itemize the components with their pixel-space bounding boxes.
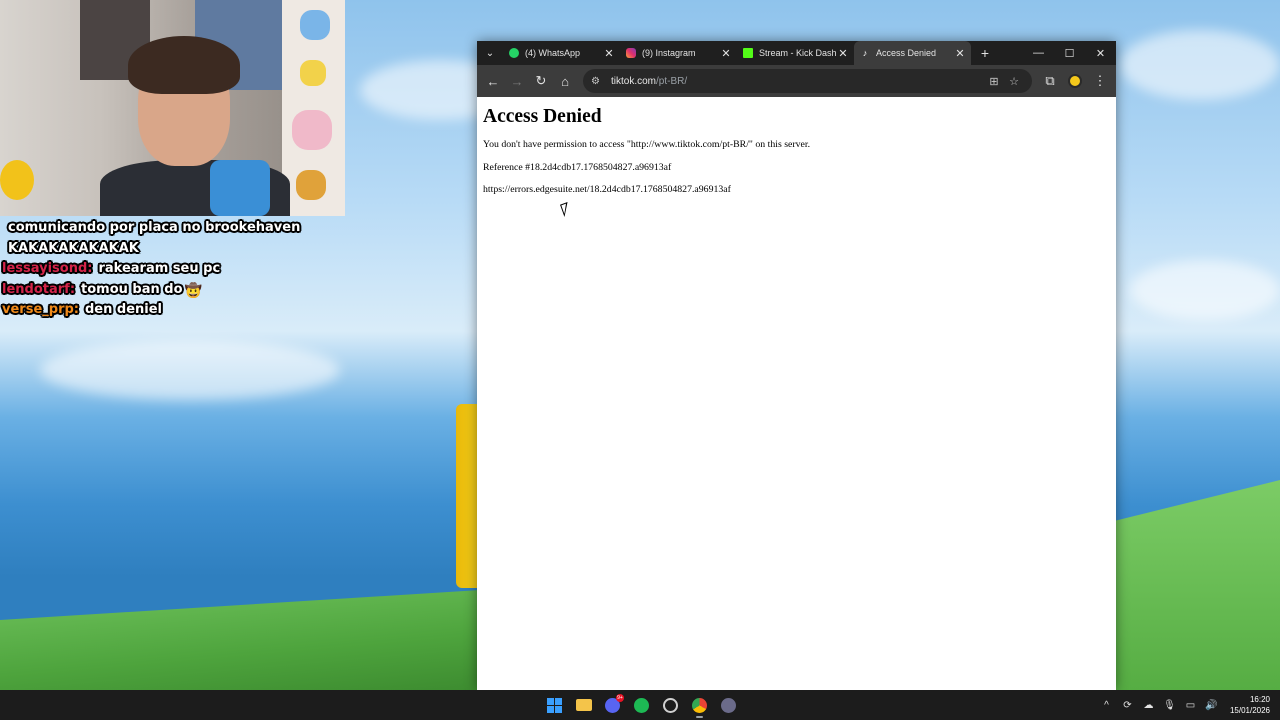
discord-icon[interactable]: 9+ — [598, 690, 627, 720]
chat-message: verse_prp: den deniel — [2, 302, 162, 317]
taskbar: 9+ ^ ⟳ ☁ 🎙 ▭ 🔊 16:20 15/01/2026 — [0, 690, 1280, 720]
bookmark-star-icon[interactable]: ☆ — [1004, 75, 1024, 88]
microphone-icon[interactable]: 🎙 — [1159, 700, 1180, 711]
tab-access-denied[interactable]: ♪ Access Denied ✕ — [854, 41, 971, 65]
address-bar[interactable]: ⚙ tiktok.com/pt-BR/ ⊞ ☆ — [583, 69, 1032, 93]
close-icon[interactable]: ✕ — [838, 47, 848, 60]
sync-icon[interactable]: ⟳ — [1117, 700, 1138, 711]
chat-username: lessayisond: — [2, 261, 93, 276]
webcam-overlay — [0, 0, 345, 216]
ground-left — [0, 590, 480, 690]
new-tab-button[interactable]: + — [975, 45, 995, 61]
chat-message: KAKAKAKAKAKAK — [8, 240, 139, 256]
close-icon[interactable]: ✕ — [955, 47, 965, 60]
cloud-icon[interactable]: ☁ — [1138, 700, 1159, 711]
taskbar-apps: 9+ — [540, 690, 743, 720]
error-url: https://errors.edgesuite.net/18.2d4cdb17… — [483, 184, 731, 195]
stream-chat: comunicando por placa no brookehaven KAK… — [2, 218, 302, 321]
browser-window: ⌄ (4) WhatsApp ✕ (9) Instagram ✕ Stream … — [477, 41, 1116, 690]
browser-toolbar: ← → ↻ ⌂ ⚙ tiktok.com/pt-BR/ ⊞ ☆ ⧉ ⋮ — [477, 65, 1116, 97]
error-reference: Reference #18.2d4cdb17.1768504827.a96913… — [483, 161, 672, 173]
kick-icon — [743, 48, 753, 58]
forward-button[interactable]: → — [505, 69, 529, 93]
whatsapp-icon — [509, 48, 519, 58]
site-info-icon[interactable]: ⚙ — [591, 76, 605, 87]
chevron-up-icon[interactable]: ^ — [1096, 700, 1117, 711]
obs-icon[interactable] — [656, 690, 685, 720]
tab-kick[interactable]: Stream - Kick Dash ✕ — [737, 41, 854, 65]
reload-button[interactable]: ↻ — [529, 69, 553, 93]
page-content: Access Denied You don't have permission … — [477, 97, 1116, 214]
instagram-icon — [626, 48, 636, 58]
error-message: You don't have permission to access "htt… — [483, 139, 811, 150]
tab-search-button[interactable]: ⌄ — [477, 41, 503, 65]
chat-message: comunicando por placa no brookehaven — [8, 220, 301, 235]
maximize-button[interactable]: ☐ — [1054, 41, 1085, 65]
tiktok-icon: ♪ — [862, 48, 868, 58]
tab-bar: ⌄ (4) WhatsApp ✕ (9) Instagram ✕ Stream … — [477, 41, 1116, 65]
close-icon[interactable]: ✕ — [721, 47, 731, 60]
translate-icon[interactable]: ⊞ — [984, 75, 1004, 88]
chat-username: lendotarf: — [2, 281, 76, 297]
emote-icon: 🤠 — [184, 283, 202, 299]
file-explorer-icon[interactable] — [569, 690, 598, 720]
notification-badge: 9+ — [616, 694, 624, 702]
start-button[interactable] — [540, 690, 569, 720]
menu-icon[interactable]: ⋮ — [1088, 69, 1112, 93]
spotify-icon[interactable] — [627, 690, 656, 720]
minimize-button[interactable]: — — [1023, 41, 1054, 65]
ground-right — [1110, 480, 1280, 690]
window-controls: — ☐ ✕ — [1023, 41, 1116, 65]
chat-message: lessayisond: rakearam seu pc — [2, 261, 221, 276]
page-title: Access Denied — [483, 106, 602, 127]
chat-username: verse_prp: — [2, 302, 79, 317]
network-icon[interactable]: ▭ — [1180, 700, 1201, 711]
chat-message: lendotarf: tomou ban do 🤠 — [2, 281, 202, 300]
chrome-icon[interactable] — [685, 690, 714, 720]
close-icon[interactable]: ✕ — [604, 47, 614, 60]
system-tray: ^ ⟳ ☁ 🎙 ▭ 🔊 16:20 15/01/2026 — [1096, 690, 1270, 720]
windows-icon — [547, 697, 562, 713]
home-button[interactable]: ⌂ — [553, 69, 577, 93]
app-icon[interactable] — [714, 690, 743, 720]
extensions-icon[interactable]: ⧉ — [1038, 69, 1062, 93]
back-button[interactable]: ← — [481, 69, 505, 93]
volume-icon[interactable]: 🔊 — [1201, 700, 1222, 711]
tab-whatsapp[interactable]: (4) WhatsApp ✕ — [503, 41, 620, 65]
tab-instagram[interactable]: (9) Instagram ✕ — [620, 41, 737, 65]
close-window-button[interactable]: ✕ — [1085, 41, 1116, 65]
clock[interactable]: 16:20 15/01/2026 — [1230, 694, 1270, 716]
profile-avatar[interactable] — [1068, 74, 1082, 88]
